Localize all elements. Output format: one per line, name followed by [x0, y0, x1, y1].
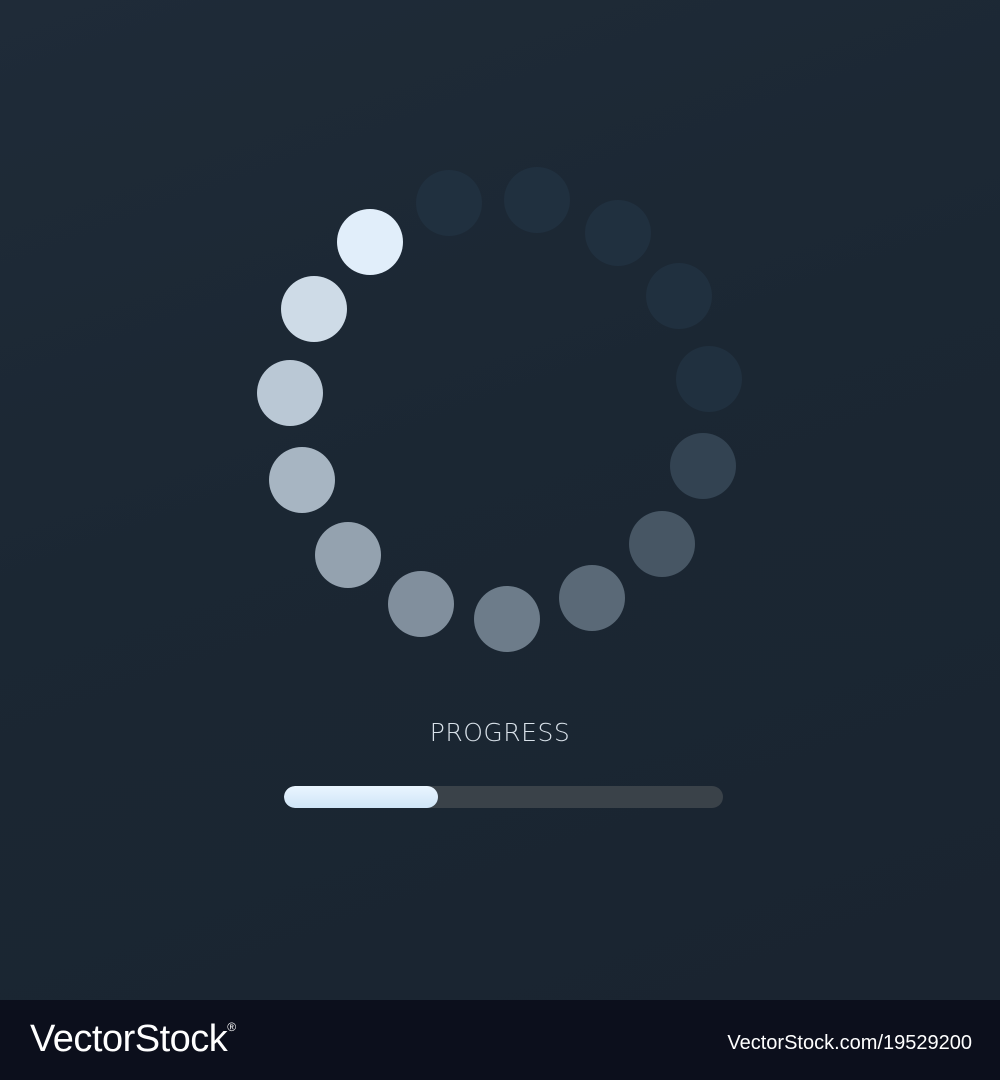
spinner-dot [669, 433, 736, 500]
spinner-dot [415, 170, 482, 237]
image-credit: VectorStock.com/19529200 [727, 1032, 972, 1054]
spinner-dot [584, 200, 651, 267]
loading-screen: PROGRESS [0, 0, 1000, 1000]
progress-bar-fill [284, 786, 438, 808]
spinner-dot [474, 585, 541, 652]
progress-bar-track [284, 786, 723, 808]
spinner-dot [268, 447, 335, 514]
spinner-dot [315, 521, 382, 588]
spinner-dot [503, 167, 570, 234]
watermark-footer: VectorStock® VectorStock.com/19529200 [0, 1000, 1000, 1080]
spinner-dot [256, 360, 323, 427]
spinner-dot [645, 263, 712, 330]
brand-logo: VectorStock® [30, 1018, 236, 1060]
spinner-dot [559, 564, 626, 631]
spinner-dot [280, 275, 347, 342]
progress-label: PROGRESS [429, 718, 571, 747]
spinner-dot [387, 570, 454, 637]
spinner-dot [337, 208, 404, 275]
spinner-dot [675, 345, 742, 412]
loading-spinner [0, 0, 1000, 1000]
spinner-dot [628, 510, 695, 577]
